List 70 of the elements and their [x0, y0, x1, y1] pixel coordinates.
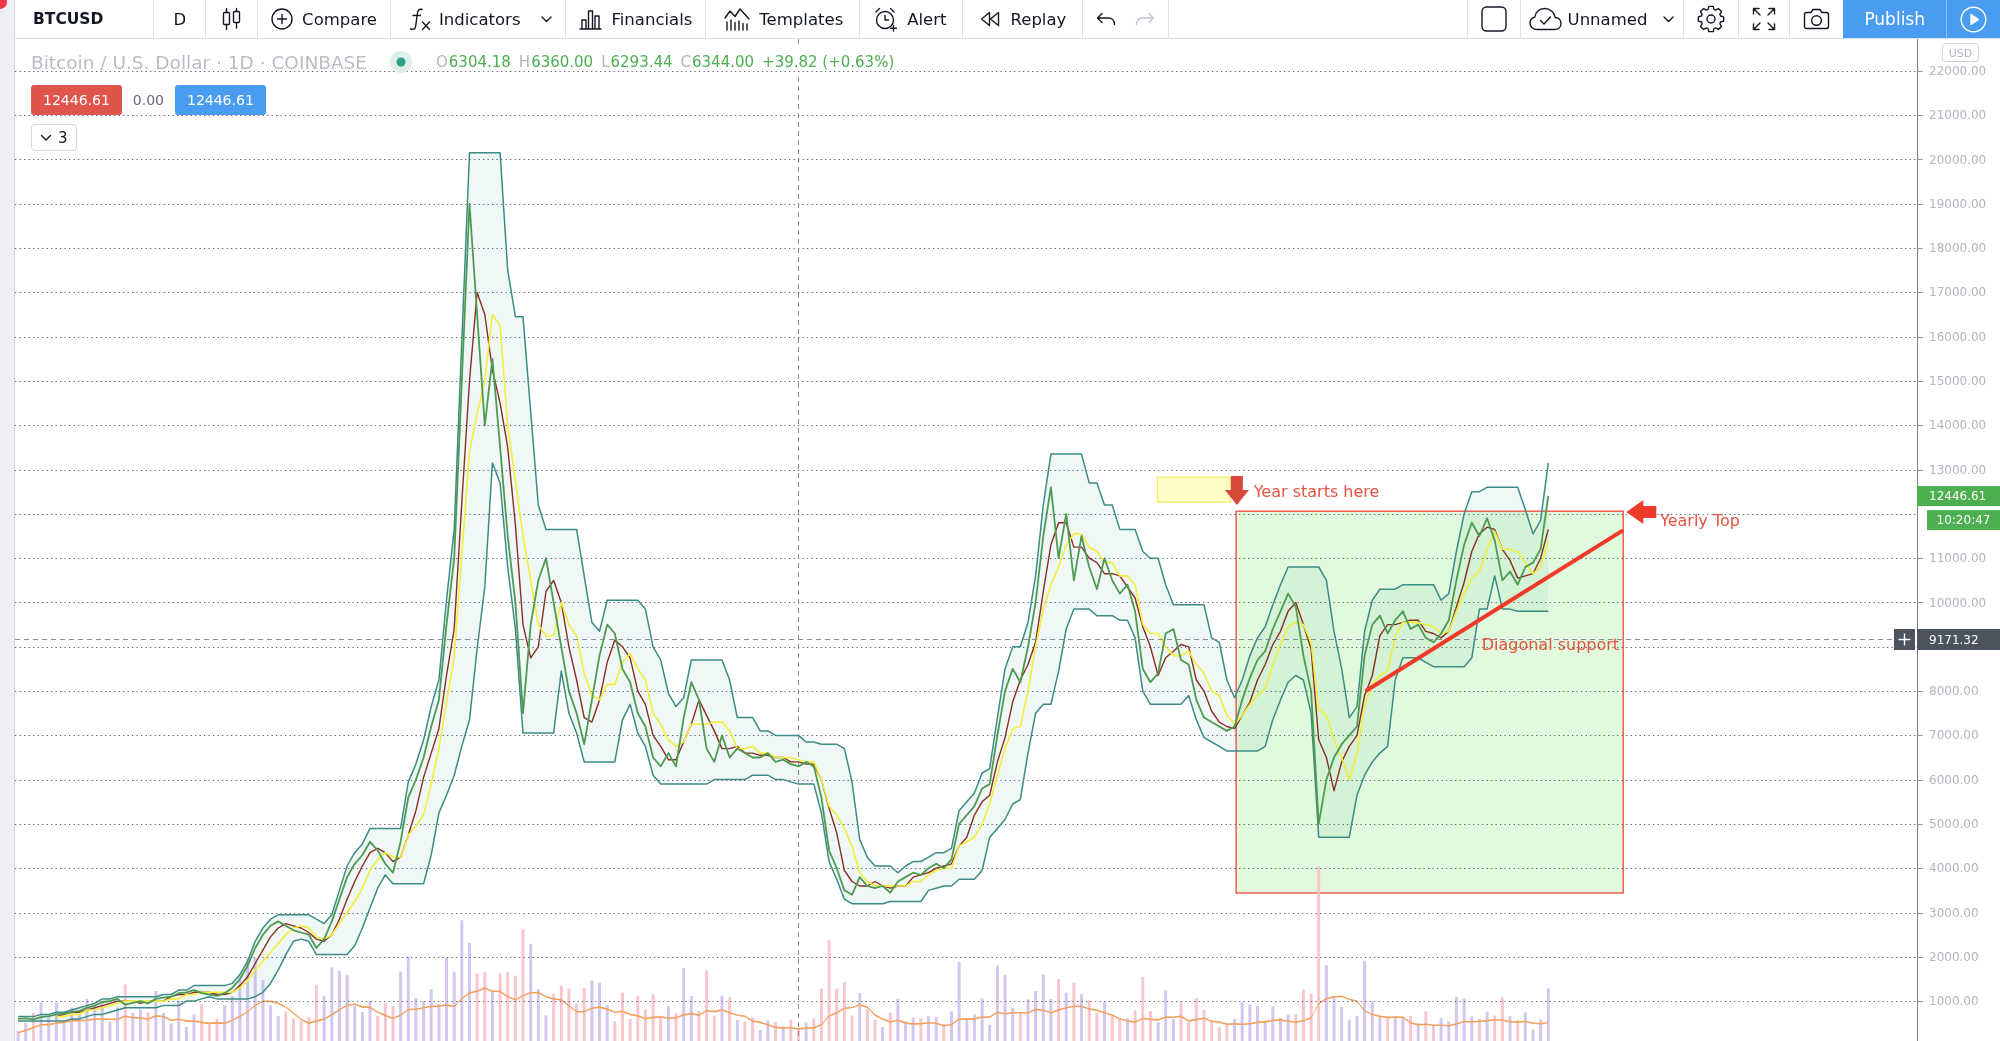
- annotation-text: Diagonal support: [1481, 634, 1620, 654]
- alarm-clock-icon: [874, 6, 899, 32]
- financials-button[interactable]: Financials: [566, 0, 706, 38]
- function-icon: [408, 7, 432, 31]
- interval-button[interactable]: D: [154, 0, 206, 38]
- axis-label: 8000.00: [1929, 684, 1979, 699]
- symbol-button[interactable]: BTCUSD: [15, 0, 154, 38]
- crosshair-price-tag: 9171.32: [1917, 629, 2000, 650]
- axis-label: 20000.00: [1929, 152, 1987, 167]
- axis-label: 22000.00: [1929, 63, 1987, 78]
- bar-chart-icon: [579, 8, 603, 30]
- axis-label: 7000.00: [1929, 728, 1979, 743]
- cloud-check-icon: [1528, 7, 1562, 31]
- axis-label: 6000.00: [1929, 772, 1979, 787]
- arrow-down-icon: [1224, 476, 1249, 505]
- axis-label: 17000.00: [1929, 285, 1987, 300]
- square-icon: [1480, 6, 1507, 32]
- ohlc-value: 6293.44: [610, 53, 673, 71]
- replay-button[interactable]: Replay: [962, 0, 1083, 38]
- axis-label: 15000.00: [1929, 374, 1987, 388]
- price-tag: 12446.61: [1917, 486, 2000, 507]
- plus-circle-icon: [271, 8, 294, 30]
- camera-icon: [1803, 8, 1831, 30]
- indicators-button[interactable]: Indicators: [390, 0, 534, 38]
- plus-icon: [1897, 632, 1912, 647]
- annotation-text: Year starts here: [1253, 482, 1380, 502]
- sell-button[interactable]: 12446.61: [31, 85, 122, 115]
- axis-label: 19000.00: [1929, 196, 1987, 211]
- fullscreen-icon: [1752, 7, 1777, 31]
- redo-icon: [1135, 12, 1156, 26]
- add-button[interactable]: [1894, 629, 1915, 650]
- axis-label: 11000.00: [1929, 551, 1987, 566]
- countdown-tag: 10:20:47: [1927, 510, 2000, 531]
- annotation-text: Yearly Top: [1660, 510, 1740, 530]
- rewind-icon: [979, 11, 1000, 27]
- axis-label: 5000.00: [1929, 816, 1979, 831]
- axis-label: 14000.00: [1929, 418, 1987, 433]
- axis-label: 1000.00: [1929, 994, 1979, 1009]
- chart-title: Bitcoin / U.S. Dollar · 1D · COINBASE: [31, 51, 367, 73]
- settings-icon: [1697, 5, 1726, 33]
- play-button[interactable]: [1946, 0, 2000, 38]
- candlestick-icon: [222, 7, 242, 31]
- axis-label: 16000.00: [1929, 329, 1987, 344]
- ohlc-label: O: [436, 53, 448, 71]
- caret-icon: [1663, 15, 1675, 23]
- axis-label: 4000.00: [1929, 861, 1979, 876]
- caret-icon: [541, 15, 553, 23]
- spread-value: 0.00: [132, 92, 164, 108]
- axis-label: 3000.00: [1929, 905, 1979, 920]
- ohlc-label: L: [601, 53, 610, 71]
- play-icon: [1960, 5, 1987, 33]
- axis-label: 18000.00: [1929, 241, 1987, 256]
- line-chart-icon: [724, 7, 751, 31]
- ohlc-value: 6304.18: [448, 53, 511, 71]
- ohlc-label: H: [518, 53, 531, 71]
- price-change: +39.82 (+0.63%): [762, 53, 895, 71]
- axis-label: 13000.00: [1929, 462, 1987, 477]
- ohlc-value: 6360.00: [531, 53, 594, 71]
- arrow-left-icon: [1626, 500, 1657, 525]
- compare-button[interactable]: Compare: [258, 0, 390, 38]
- ohlc-label: C: [680, 53, 692, 71]
- axis-label: 21000.00: [1929, 108, 1987, 123]
- layout-name-button[interactable]: Unnamed: [1520, 0, 1684, 38]
- templates-button[interactable]: Templates: [706, 0, 860, 38]
- alert-button[interactable]: Alert: [860, 0, 962, 38]
- collapse-button[interactable]: 3: [31, 124, 77, 151]
- ohlc-value: 6344.00: [692, 53, 755, 71]
- axis-label: 2000.00: [1929, 949, 1979, 964]
- undo-icon: [1096, 12, 1117, 26]
- axis-label: 10000.00: [1929, 595, 1987, 610]
